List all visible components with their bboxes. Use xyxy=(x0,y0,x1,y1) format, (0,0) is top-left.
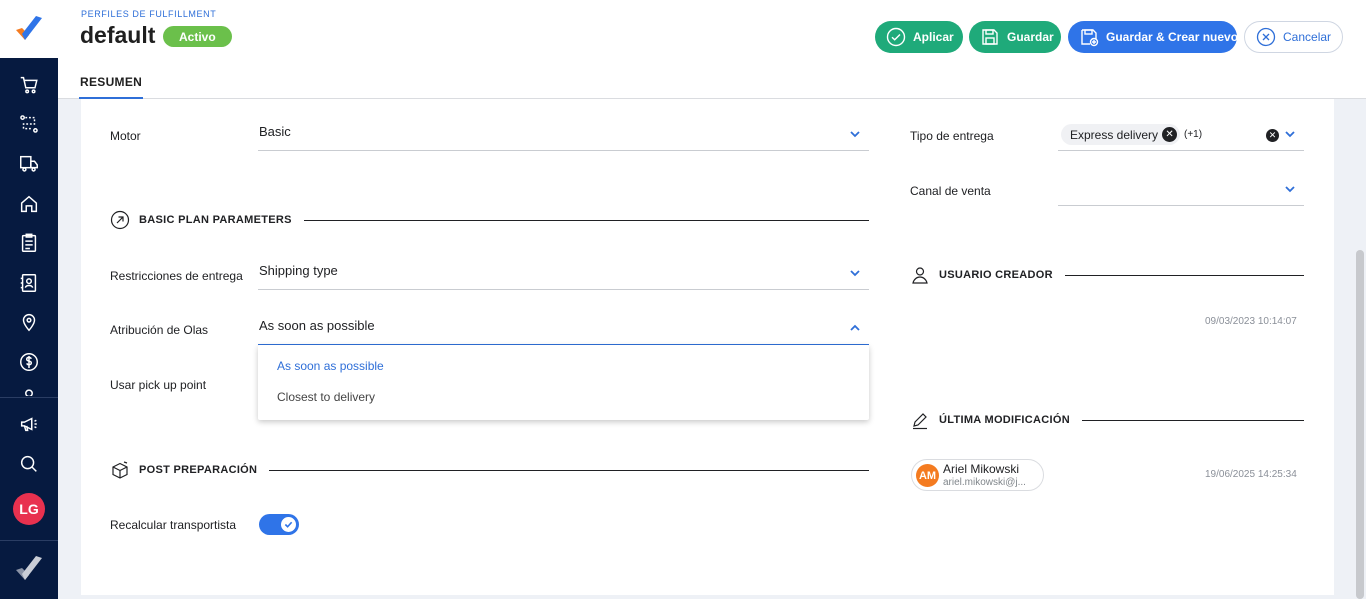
chevron-down-icon xyxy=(850,270,860,277)
app-logo[interactable] xyxy=(0,0,58,58)
save-label: Guardar xyxy=(1007,30,1054,44)
atribucion-dropdown-menu: As soon as possible Closest to delivery xyxy=(258,345,869,420)
motor-select[interactable]: Basic xyxy=(258,119,869,151)
floppy-plus-icon xyxy=(1081,29,1099,47)
sidebar-divider-bottom xyxy=(0,540,58,541)
pencil-icon xyxy=(913,413,927,430)
chip-label: Express delivery xyxy=(1070,127,1159,142)
user-avatar[interactable]: LG xyxy=(13,493,45,525)
location-pin-icon[interactable] xyxy=(17,310,41,334)
breadcrumb[interactable]: PERFILES DE FULFILLMENT xyxy=(81,9,216,19)
cancel-label: Cancelar xyxy=(1283,30,1332,44)
page-header: PERFILES DE FULFILLMENT default Activo A… xyxy=(58,0,1366,99)
atribucion-value: As soon as possible xyxy=(259,318,375,333)
motor-value: Basic xyxy=(259,124,291,139)
creator-section-header: USUARIO CREADOR xyxy=(910,265,1304,285)
clear-selection-icon[interactable]: ✕ xyxy=(1266,129,1279,142)
apply-label: Aplicar xyxy=(913,30,954,44)
cart-icon[interactable] xyxy=(17,73,41,97)
canal-venta-select[interactable] xyxy=(1058,174,1304,206)
sidebar: LG xyxy=(0,0,58,599)
post-prep-section-header: POST PREPARACIÓN xyxy=(110,460,869,480)
section-divider xyxy=(269,469,869,471)
search-icon[interactable] xyxy=(17,452,41,476)
status-badge: Activo xyxy=(163,26,232,47)
dropdown-option-asap[interactable]: As soon as possible xyxy=(277,359,384,373)
arrow-up-right-circle-icon xyxy=(110,210,130,230)
pickup-label: Usar pick up point xyxy=(110,378,207,392)
package-icon xyxy=(112,461,128,479)
modified-date: 19/06/2025 14:25:34 xyxy=(1205,469,1297,480)
post-prep-title: POST PREPARACIÓN xyxy=(139,464,258,476)
toggle-knob xyxy=(281,517,296,532)
save-button[interactable]: Guardar xyxy=(969,21,1061,53)
chevron-down-icon xyxy=(1285,131,1295,138)
more-count: (+1) xyxy=(1184,129,1203,140)
cancel-button[interactable]: Cancelar xyxy=(1244,21,1343,53)
section-divider xyxy=(1081,419,1304,421)
contacts-icon[interactable] xyxy=(17,271,41,295)
page-title: default xyxy=(80,22,156,48)
home-icon[interactable] xyxy=(17,192,41,216)
section-divider xyxy=(303,219,869,221)
tipo-entrega-chip[interactable]: Express delivery ✕ xyxy=(1061,124,1181,145)
modified-title: ÚLTIMA MODIFICACIÓN xyxy=(939,414,1070,426)
chevron-up-icon xyxy=(850,324,860,331)
tipo-entrega-label: Tipo de entrega xyxy=(910,129,994,143)
check-circle-icon xyxy=(886,27,906,47)
modified-section-header: ÚLTIMA MODIFICACIÓN xyxy=(910,410,1304,430)
modified-user-chip[interactable]: AM Ariel Mikowski ariel.mikowski@j... xyxy=(911,459,1044,491)
modified-user-avatar: AM xyxy=(916,464,939,487)
basic-plan-title: BASIC PLAN PARAMETERS xyxy=(139,214,292,226)
logo-icon xyxy=(16,16,42,40)
recalcular-label: Recalcular transportista xyxy=(110,518,237,532)
motor-label: Motor xyxy=(110,129,141,143)
sidebar-divider xyxy=(0,397,58,398)
atribucion-label: Atribución de Olas xyxy=(110,323,209,337)
chip-remove-icon[interactable]: ✕ xyxy=(1162,127,1178,142)
floppy-disk-icon xyxy=(982,29,998,45)
brand-mark-icon xyxy=(13,553,45,585)
dropdown-option-closest[interactable]: Closest to delivery xyxy=(277,390,375,404)
modified-user-email: ariel.mikowski@j... xyxy=(943,477,1026,488)
chevron-down-icon xyxy=(1285,186,1295,193)
truck-icon[interactable] xyxy=(17,152,41,176)
user-outline-icon xyxy=(912,267,928,284)
user-icon-partial[interactable] xyxy=(17,386,41,396)
apply-button[interactable]: Aplicar xyxy=(875,21,963,53)
restricciones-value: Shipping type xyxy=(259,263,338,278)
recalcular-toggle[interactable] xyxy=(259,514,299,535)
dollar-icon[interactable] xyxy=(17,350,41,374)
creator-title: USUARIO CREADOR xyxy=(939,269,1053,281)
tab-resumen[interactable]: RESUMEN xyxy=(79,72,144,99)
restricciones-select[interactable]: Shipping type xyxy=(258,258,869,290)
chevron-down-icon xyxy=(850,131,860,138)
modified-user-name: Ariel Mikowski xyxy=(943,462,1020,476)
basic-plan-section-header: BASIC PLAN PARAMETERS xyxy=(110,210,869,230)
save-and-new-button[interactable]: Guardar & Crear nuevo xyxy=(1068,21,1239,53)
route-icon[interactable] xyxy=(17,112,41,136)
created-date: 09/03/2023 10:14:07 xyxy=(1205,316,1297,327)
close-circle-icon xyxy=(1256,27,1276,47)
megaphone-icon[interactable] xyxy=(17,412,41,436)
atribucion-select[interactable]: As soon as possible xyxy=(258,313,869,345)
section-divider xyxy=(1064,274,1304,276)
check-icon xyxy=(284,521,293,528)
save-and-new-label: Guardar & Crear nuevo xyxy=(1106,30,1239,44)
restricciones-label: Restricciones de entrega xyxy=(110,269,243,283)
scrollbar-thumb[interactable] xyxy=(1356,250,1364,599)
clipboard-icon[interactable] xyxy=(17,231,41,255)
canal-venta-label: Canal de venta xyxy=(910,184,991,198)
